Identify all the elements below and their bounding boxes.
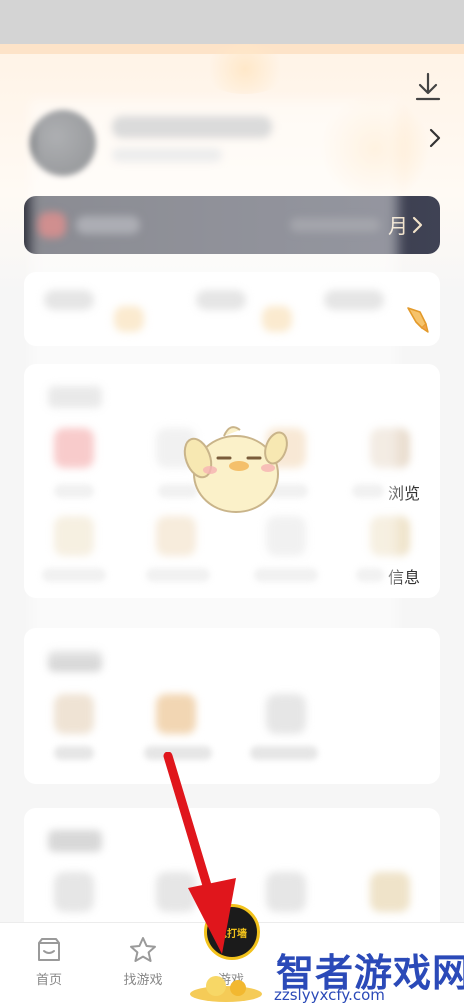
tab-home[interactable]: 首页 [4, 923, 94, 1006]
tool-label-3 [250, 746, 318, 760]
rocket-icon[interactable] [402, 302, 434, 334]
chevron-right-icon[interactable] [426, 126, 444, 150]
download-icon[interactable] [412, 70, 444, 104]
tool-icon-2[interactable] [156, 694, 196, 734]
decor-cloud [200, 44, 290, 94]
status-bar [0, 0, 464, 44]
chevron-right-icon[interactable] [410, 214, 426, 236]
tool-label-1 [54, 746, 94, 760]
more-title [48, 830, 102, 852]
watermark: 智者游戏网 zzslyyxcfy.com [186, 942, 464, 1006]
tool-icon-1[interactable] [54, 694, 94, 734]
more-icon-1[interactable] [54, 872, 94, 912]
tab-find-games-label: 找游戏 [123, 973, 163, 988]
watermark-url: zzslyyxcfy.com [274, 986, 385, 1004]
tool-icon-3[interactable] [266, 694, 306, 734]
watermark-logo-icon [190, 976, 262, 1002]
more-icon-3[interactable] [266, 872, 306, 912]
red-arrow-annotation [163, 752, 236, 954]
tab-home-label: 首页 [35, 973, 62, 988]
home-icon [38, 938, 60, 961]
more-icon-4[interactable] [370, 872, 410, 912]
privacy-blur-overlay [30, 100, 398, 656]
mascot-chick-icon [183, 426, 288, 513]
